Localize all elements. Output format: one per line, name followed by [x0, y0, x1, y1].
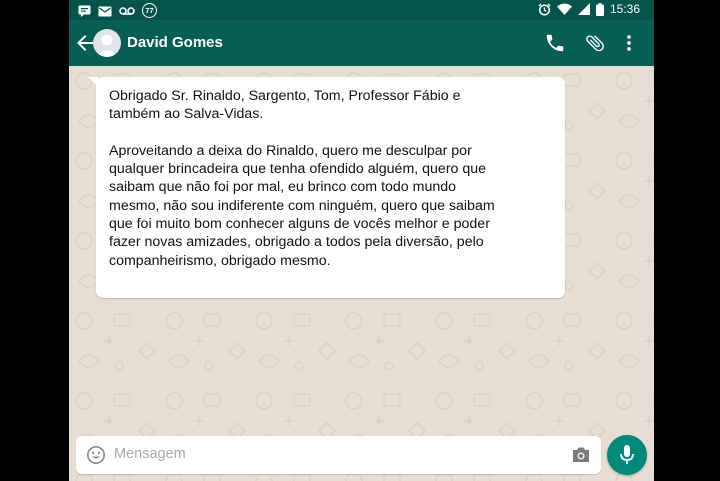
status-bar: 77 15:36 — [69, 0, 654, 20]
chat-header: David Gomes — [69, 20, 654, 66]
voicemail-icon — [119, 6, 135, 15]
signal-icon — [577, 3, 590, 15]
contact-name[interactable]: David Gomes — [127, 34, 223, 51]
attach-icon[interactable] — [584, 32, 606, 54]
wifi-icon — [556, 3, 572, 15]
badge-77-icon: 77 — [142, 3, 157, 18]
phone-screen: 77 15:36 David Gomes Obrigado Sr. Rinald… — [69, 0, 654, 481]
more-vert-icon[interactable] — [618, 32, 640, 54]
emoji-icon[interactable] — [86, 445, 106, 465]
camera-icon[interactable] — [571, 446, 591, 464]
inbox-icon — [98, 6, 112, 16]
message-icon — [78, 5, 91, 17]
alarm-icon — [538, 3, 551, 16]
message-composer — [76, 436, 601, 474]
mic-icon — [620, 445, 634, 464]
message-text: Obrigado Sr. Rinaldo, Sargento, Tom, Pro… — [109, 88, 495, 269]
avatar[interactable] — [93, 29, 121, 57]
message-input[interactable] — [114, 446, 534, 462]
status-notifications: 77 — [78, 3, 157, 18]
mic-button[interactable] — [607, 435, 647, 475]
status-time: 15:36 — [609, 2, 640, 16]
message-bubble[interactable]: Obrigado Sr. Rinaldo, Sargento, Tom, Pro… — [96, 77, 565, 298]
phone-icon[interactable] — [544, 32, 566, 54]
battery-icon — [595, 2, 604, 16]
status-system: 15:36 — [538, 2, 640, 16]
